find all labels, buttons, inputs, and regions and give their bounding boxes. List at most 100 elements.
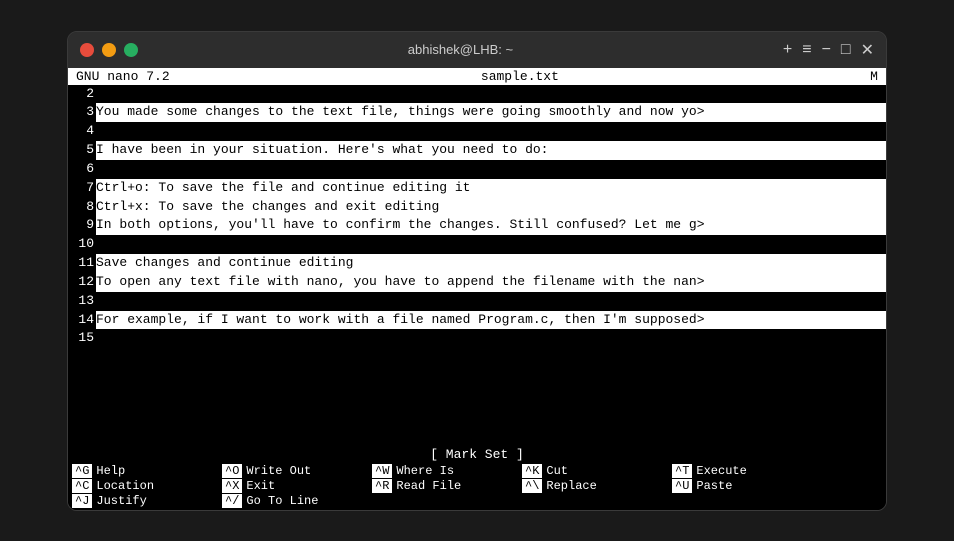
footer-key: ^K xyxy=(522,464,542,478)
mark-bar: [ Mark Set ] xyxy=(68,446,886,463)
line-content: You made some changes to the text file, … xyxy=(96,103,886,122)
editor-line: 5I have been in your situation. Here's w… xyxy=(68,141,886,160)
line-number: 4 xyxy=(68,122,96,141)
editor-line: 15 xyxy=(68,329,886,348)
close-button[interactable] xyxy=(80,43,94,57)
footer-key: ^C xyxy=(72,479,92,493)
line-content: For example, if I want to work with a fi… xyxy=(96,311,886,330)
footer-label: Read File xyxy=(396,479,461,493)
editor-line: 3You made some changes to the text file,… xyxy=(68,103,886,122)
footer-label: Location xyxy=(96,479,154,493)
editor-line: 7Ctrl+o: To save the file and continue e… xyxy=(68,179,886,198)
line-content: I have been in your situation. Here's wh… xyxy=(96,141,886,160)
footer-label: Paste xyxy=(696,479,732,493)
line-content: Ctrl+o: To save the file and continue ed… xyxy=(96,179,886,198)
footer-item: ^J Justify xyxy=(72,494,222,508)
editor-line: 6 xyxy=(68,160,886,179)
nano-header: GNU nano 7.2 sample.txt M xyxy=(68,68,886,85)
maximize-button[interactable] xyxy=(124,43,138,57)
footer-key: ^R xyxy=(372,479,392,493)
window-controls[interactable] xyxy=(80,43,138,57)
new-tab-button[interactable]: + xyxy=(783,40,792,60)
window-title: abhishek@LHB: ~ xyxy=(408,42,513,57)
line-content: Ctrl+x: To save the changes and exit edi… xyxy=(96,198,886,217)
editor-line: 12To open any text file with nano, you h… xyxy=(68,273,886,292)
footer-label: Where Is xyxy=(396,464,454,478)
titlebar: abhishek@LHB: ~ + ≡ − □ ✕ xyxy=(68,32,886,68)
footer-label: Cut xyxy=(546,464,568,478)
editor-line: 14For example, if I want to work with a … xyxy=(68,311,886,330)
editor-line: 4 xyxy=(68,122,886,141)
editor-line: 8Ctrl+x: To save the changes and exit ed… xyxy=(68,198,886,217)
line-content xyxy=(96,85,886,104)
footer-label: Go To Line xyxy=(246,494,318,508)
line-number: 5 xyxy=(68,141,96,160)
line-number: 13 xyxy=(68,292,96,311)
footer-label: Exit xyxy=(246,479,275,493)
footer-key: ^X xyxy=(222,479,242,493)
nano-version: GNU nano 7.2 xyxy=(76,69,170,84)
line-content: Save changes and continue editing xyxy=(96,254,886,273)
editor-area[interactable]: 23You made some changes to the text file… xyxy=(68,85,886,446)
line-number: 9 xyxy=(68,216,96,235)
titlebar-actions[interactable]: + ≡ − □ ✕ xyxy=(783,40,874,60)
minimize-action-button[interactable]: − xyxy=(822,40,831,60)
close-action-button[interactable]: ✕ xyxy=(861,40,874,60)
line-content: To open any text file with nano, you hav… xyxy=(96,273,886,292)
line-number: 6 xyxy=(68,160,96,179)
footer-key: ^\ xyxy=(522,479,542,493)
footer-key: ^T xyxy=(672,464,692,478)
terminal-body: GNU nano 7.2 sample.txt M 23You made som… xyxy=(68,68,886,510)
footer-key: ^G xyxy=(72,464,92,478)
footer-item: ^O Write Out xyxy=(222,464,372,478)
footer-item: ^X Exit xyxy=(222,479,372,493)
footer-item: ^R Read File xyxy=(372,479,522,493)
line-number: 7 xyxy=(68,179,96,198)
footer-key: ^U xyxy=(672,479,692,493)
line-number: 12 xyxy=(68,273,96,292)
line-content: In both options, you'll have to confirm … xyxy=(96,216,886,235)
footer-label: Write Out xyxy=(246,464,311,478)
footer-item: ^/ Go To Line xyxy=(222,494,372,508)
line-content xyxy=(96,329,886,348)
editor-line: 10 xyxy=(68,235,886,254)
editor-line: 13 xyxy=(68,292,886,311)
footer-key: ^/ xyxy=(222,494,242,508)
line-number: 11 xyxy=(68,254,96,273)
line-number: 14 xyxy=(68,311,96,330)
footer-key: ^J xyxy=(72,494,92,508)
editor-line: 11Save changes and continue editing xyxy=(68,254,886,273)
terminal-window: abhishek@LHB: ~ + ≡ − □ ✕ GNU nano 7.2 s… xyxy=(67,31,887,511)
footer-item: ^T Execute xyxy=(672,464,822,478)
footer-key: ^W xyxy=(372,464,392,478)
footer-item: ^K Cut xyxy=(522,464,672,478)
footer-item: ^W Where Is xyxy=(372,464,522,478)
editor-line: 2 xyxy=(68,85,886,104)
line-number: 2 xyxy=(68,85,96,104)
footer-label: Justify xyxy=(96,494,146,508)
footer-label: Help xyxy=(96,464,125,478)
footer-label: Replace xyxy=(546,479,596,493)
minimize-button[interactable] xyxy=(102,43,116,57)
footer-item: ^\ Replace xyxy=(522,479,672,493)
footer-item: ^G Help xyxy=(72,464,222,478)
line-number: 3 xyxy=(68,103,96,122)
nano-modified: M xyxy=(870,69,878,84)
line-content xyxy=(96,160,886,179)
footer-key: ^O xyxy=(222,464,242,478)
line-content xyxy=(96,235,886,254)
footer-item: ^C Location xyxy=(72,479,222,493)
line-number: 15 xyxy=(68,329,96,348)
editor-line: 9In both options, you'll have to confirm… xyxy=(68,216,886,235)
line-number: 8 xyxy=(68,198,96,217)
maximize-action-button[interactable]: □ xyxy=(841,40,851,60)
nano-footer: ^G Help ^O Write Out ^W Where Is ^K Cut ^T Execut… xyxy=(68,463,886,510)
footer-label: Execute xyxy=(696,464,746,478)
line-content xyxy=(96,292,886,311)
footer-item: ^U Paste xyxy=(672,479,822,493)
menu-button[interactable]: ≡ xyxy=(802,40,811,60)
line-number: 10 xyxy=(68,235,96,254)
nano-filename: sample.txt xyxy=(481,69,559,84)
cursor xyxy=(439,200,447,214)
line-content xyxy=(96,122,886,141)
